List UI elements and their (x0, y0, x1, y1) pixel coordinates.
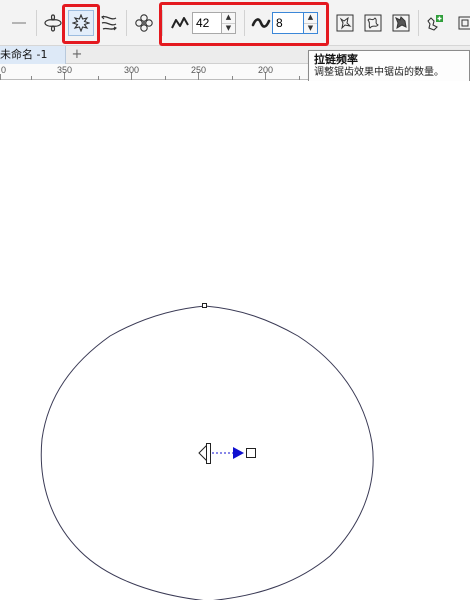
copy-distortion-icon (456, 14, 470, 32)
add-tab-button[interactable]: + (70, 46, 84, 64)
toolbar-separator (36, 10, 37, 36)
distortion-preset-3-icon (391, 13, 411, 33)
distortion-preset-1-icon (335, 13, 355, 33)
property-bar: 42 ▲ ▼ 8 ▲ ▼ (0, 0, 470, 46)
distortion-handle[interactable] (198, 443, 256, 464)
distortion-preset-2-button[interactable] (360, 10, 386, 36)
drawing-canvas[interactable] (0, 81, 470, 600)
tooltip-body: 调整锯齿效果中锯齿的数量。 (314, 67, 444, 78)
toolbar-separator (126, 10, 127, 36)
annotation-highlight-spinners (159, 2, 329, 46)
ruler-label: 0 (1, 65, 7, 75)
ruler-label: 300 (124, 65, 140, 75)
add-new-distortion-icon (425, 13, 445, 33)
document-tab[interactable]: 未命名 -1 (0, 46, 66, 64)
tooltip-title: 拉链频率 (314, 53, 358, 66)
copy-distortion-button[interactable] (452, 10, 470, 36)
frequency-tooltip: 拉链频率 调整锯齿效果中锯齿的数量。 (308, 50, 470, 82)
ruler-label: 350 (57, 65, 73, 75)
annotation-highlight-zipper (62, 4, 100, 44)
add-new-distortion-button[interactable] (422, 10, 448, 36)
ruler-label: 250 (191, 65, 207, 75)
ruler-label: 200 (258, 65, 274, 75)
center-distortion-icon (134, 13, 154, 33)
top-node-handle[interactable] (202, 303, 207, 308)
center-distortion-button[interactable] (131, 10, 157, 36)
distortion-preset-3-button[interactable] (388, 10, 414, 36)
twister-distortion-icon (99, 13, 119, 33)
minus-icon (10, 14, 28, 32)
minus-button[interactable] (6, 10, 32, 36)
push-distortion-icon (43, 13, 63, 33)
canvas-drawing (40, 303, 374, 600)
distortion-preset-1-button[interactable] (332, 10, 358, 36)
toolbar-separator (418, 10, 419, 36)
distortion-preset-2-icon (363, 13, 383, 33)
